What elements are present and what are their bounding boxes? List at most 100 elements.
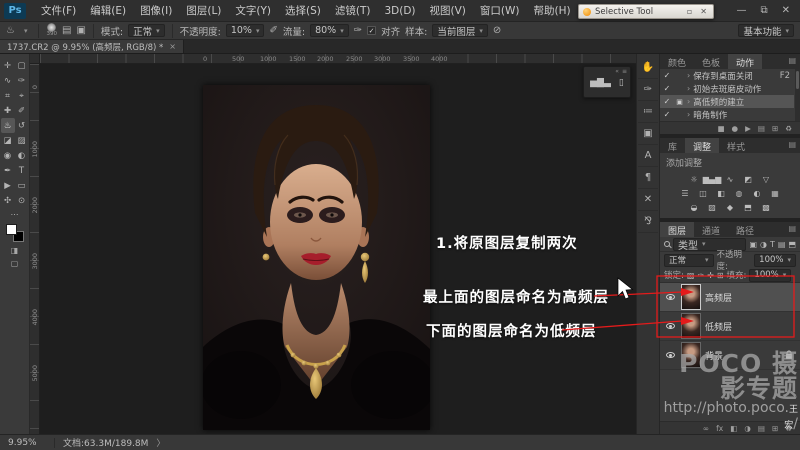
lock-all-icon[interactable]: ⊞ bbox=[717, 271, 724, 280]
layer-thumbnail[interactable] bbox=[681, 284, 701, 310]
tab-color[interactable]: 颜色 bbox=[660, 54, 694, 69]
document-image[interactable] bbox=[203, 85, 430, 430]
expand-chevron-icon[interactable]: › bbox=[687, 110, 690, 119]
tab-libraries[interactable]: 库 bbox=[660, 138, 685, 153]
scrollbar-thumb[interactable] bbox=[796, 71, 799, 89]
minimize-button[interactable]: — bbox=[736, 5, 746, 16]
visibility-eye-icon[interactable] bbox=[663, 348, 677, 362]
layer-style-icon[interactable]: fx bbox=[716, 424, 723, 433]
path-selection-tool[interactable]: ▶ bbox=[1, 178, 15, 193]
tab-actions[interactable]: 动作 bbox=[728, 54, 762, 69]
pen-tool[interactable]: ✒ bbox=[1, 163, 15, 178]
ignore-adjustment-layers-icon[interactable]: ⊘ bbox=[493, 25, 501, 36]
new-layer-icon[interactable]: ⊞ bbox=[772, 424, 778, 433]
link-layers-icon[interactable]: ∞ bbox=[703, 424, 709, 433]
brightness-contrast-icon[interactable]: ☼ bbox=[687, 174, 701, 185]
action-item[interactable]: ✓ › 暗角制作 bbox=[660, 108, 794, 121]
layer-row-high-freq[interactable]: 高频层 bbox=[660, 283, 800, 312]
menu-window[interactable]: 窗口(W) bbox=[473, 3, 527, 18]
quick-selection-tool[interactable]: ✑ bbox=[15, 73, 29, 88]
dodge-tool[interactable]: ◐ bbox=[15, 148, 29, 163]
brush-tool[interactable]: ✐ bbox=[15, 103, 29, 118]
stop-icon[interactable]: ■ bbox=[717, 124, 724, 133]
panel-menu-icon[interactable]: ▤ bbox=[784, 54, 800, 69]
action-check-icon[interactable]: ✓ bbox=[662, 84, 672, 93]
tab-layers[interactable]: 图层 bbox=[660, 222, 694, 237]
panel-menu-icon[interactable]: ▤ bbox=[784, 222, 800, 237]
new-action-icon[interactable]: ⊞ bbox=[772, 124, 778, 133]
action-check-icon[interactable]: ✓ bbox=[662, 71, 672, 80]
expand-chevron-icon[interactable]: › bbox=[687, 71, 690, 80]
airbrush-opacity-icon[interactable]: ✐ bbox=[269, 25, 277, 36]
zoom-level-value[interactable]: 9.95% bbox=[8, 438, 46, 448]
gradient-map-icon[interactable]: ⬒ bbox=[741, 202, 755, 213]
layer-opacity-select[interactable]: 100% ▾ bbox=[754, 254, 796, 267]
tab-adjustments[interactable]: 调整 bbox=[685, 138, 719, 153]
marquee-tool[interactable]: ▢ bbox=[15, 58, 29, 73]
flow-select[interactable]: 80% ▾ bbox=[310, 24, 349, 37]
channel-mixer-icon[interactable]: ◐ bbox=[750, 188, 764, 199]
status-chevron-icon[interactable]: 〉 bbox=[156, 436, 165, 449]
visibility-eye-icon[interactable] bbox=[663, 290, 677, 304]
sample-select[interactable]: 当前图层 ▾ bbox=[432, 24, 488, 37]
paragraph-panel-icon[interactable]: ¶ bbox=[638, 167, 658, 189]
blend-mode-select[interactable]: 正常 ▾ bbox=[664, 254, 714, 267]
character-panel-icon[interactable]: A bbox=[638, 145, 658, 167]
menu-filter[interactable]: 滤镜(T) bbox=[328, 3, 378, 18]
menu-file[interactable]: 文件(F) bbox=[34, 3, 83, 18]
close-button[interactable]: ✕ bbox=[782, 5, 790, 16]
delete-layer-icon[interactable]: ♻ bbox=[785, 424, 792, 433]
exposure-icon[interactable]: ◩ bbox=[741, 174, 755, 185]
threshold-icon[interactable]: ◆ bbox=[723, 202, 737, 213]
new-set-icon[interactable]: ▤ bbox=[758, 124, 765, 133]
tab-channels[interactable]: 通道 bbox=[694, 222, 728, 237]
mode-select[interactable]: 正常 ▾ bbox=[128, 24, 165, 37]
histogram-float-panel[interactable]: « ≡ ▅▇▃ ▯ bbox=[583, 66, 631, 98]
layer-row-background[interactable]: 背景 bbox=[660, 341, 800, 370]
histogram-icon[interactable]: ▅▇▃ bbox=[590, 78, 611, 88]
action-item-selected[interactable]: ✓ ▣ › 高低频的建立 bbox=[660, 95, 794, 108]
lock-transparency-icon[interactable]: ▨ bbox=[687, 271, 695, 280]
delete-icon[interactable]: ♻ bbox=[785, 124, 792, 133]
menu-select[interactable]: 选择(S) bbox=[278, 3, 328, 18]
action-check-icon[interactable]: ✓ bbox=[662, 110, 672, 119]
record-icon[interactable]: ● bbox=[732, 124, 739, 133]
adjustment-layer-icon[interactable]: ◑ bbox=[744, 424, 751, 433]
crop-tool[interactable]: ⌗ bbox=[1, 88, 15, 103]
brush-settings-panel-icon[interactable]: ≔ bbox=[638, 101, 658, 123]
layer-row-low-freq[interactable]: 低频层 bbox=[660, 312, 800, 341]
posterize-icon[interactable]: ▨ bbox=[705, 202, 719, 213]
foreground-color-swatch[interactable] bbox=[6, 224, 17, 235]
menu-image[interactable]: 图像(I) bbox=[133, 3, 179, 18]
eyedropper-tool[interactable]: ⌖ bbox=[15, 88, 29, 103]
lock-pixels-icon[interactable]: ✑ bbox=[697, 271, 704, 280]
pasteboard[interactable]: 1.将原图层复制两次 最上面的图层命名为高频层 下面的图层命名为低频层 « ≡ … bbox=[40, 64, 636, 434]
menu-3d[interactable]: 3D(D) bbox=[377, 5, 422, 17]
action-item[interactable]: ✓ › 初始去斑磨皮动作 bbox=[660, 82, 794, 95]
tab-paths[interactable]: 路径 bbox=[728, 222, 762, 237]
selective-color-icon[interactable]: ▩ bbox=[759, 202, 773, 213]
layer-name[interactable]: 低频层 bbox=[705, 320, 797, 333]
navigator-panel-icon[interactable]: ✋ bbox=[638, 57, 658, 79]
hue-saturation-icon[interactable]: ☰ bbox=[678, 188, 692, 199]
layer-group-icon[interactable]: ▤ bbox=[758, 424, 765, 433]
action-item[interactable]: ✓ › 保存到桌面关闭 F2 bbox=[660, 69, 794, 82]
curves-icon[interactable]: ∿ bbox=[723, 174, 737, 185]
airbrush-flow-icon[interactable]: ✑ bbox=[354, 25, 362, 36]
tool-presets-panel-icon[interactable]: ⅋ bbox=[638, 211, 658, 233]
canvas-area[interactable]: 0 500 1000 1500 2000 2500 3000 3500 4000… bbox=[30, 54, 636, 434]
scrollbar[interactable] bbox=[795, 69, 800, 121]
document-tab[interactable]: 1737.CR2 @ 9.95% (高频层, RGB/8) * × bbox=[0, 40, 184, 53]
shape-tool[interactable]: ▭ bbox=[15, 178, 29, 193]
screen-mode-button[interactable]: ▢ bbox=[11, 259, 19, 268]
collapse-icon[interactable]: « bbox=[615, 68, 619, 75]
panel-menu-icon[interactable]: ▤ bbox=[784, 138, 800, 153]
blur-tool[interactable]: ◉ bbox=[1, 148, 15, 163]
selective-tool-close-button[interactable]: ✕ bbox=[698, 7, 709, 16]
expand-chevron-icon[interactable]: › bbox=[687, 84, 690, 93]
tab-styles[interactable]: 样式 bbox=[719, 138, 753, 153]
info-panel-icon[interactable]: ▯ bbox=[619, 78, 624, 88]
tab-swatches[interactable]: 色板 bbox=[694, 54, 728, 69]
lock-position-icon[interactable]: ✛ bbox=[707, 271, 714, 280]
history-brush-tool[interactable]: ↺ bbox=[15, 118, 29, 133]
